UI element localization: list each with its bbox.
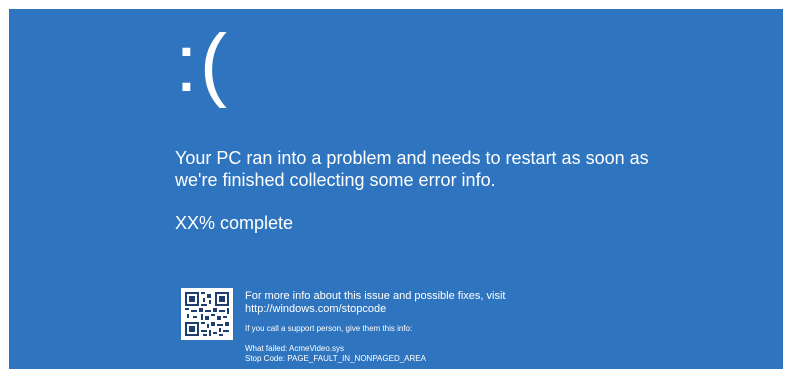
error-details: What failed: AcmeVideo.sys Stop Code: PA… [245,344,426,364]
sad-face: :( [175,18,230,109]
stop-code: Stop Code: PAGE_FAULT_IN_NONPAGED_AREA [245,354,426,363]
qr-code-icon [181,288,233,340]
more-info-text: For more info about this issue and possi… [245,290,506,302]
error-message: Your PC ran into a problem and needs to … [175,147,735,191]
error-message-line-1: Your PC ran into a problem and needs to … [175,148,649,168]
what-failed: What failed: AcmeVideo.sys [245,344,345,353]
support-note: If you call a support person, give them … [245,324,413,333]
more-info: For more info about this issue and possi… [245,290,505,316]
stopcode-link: http://windows.com/stopcode [245,303,387,315]
bsod-screen: :( Your PC ran into a problem and needs … [9,9,783,369]
progress-text: XX% complete [175,213,294,233]
error-message-line-2: we're finished collecting some error inf… [175,170,496,190]
